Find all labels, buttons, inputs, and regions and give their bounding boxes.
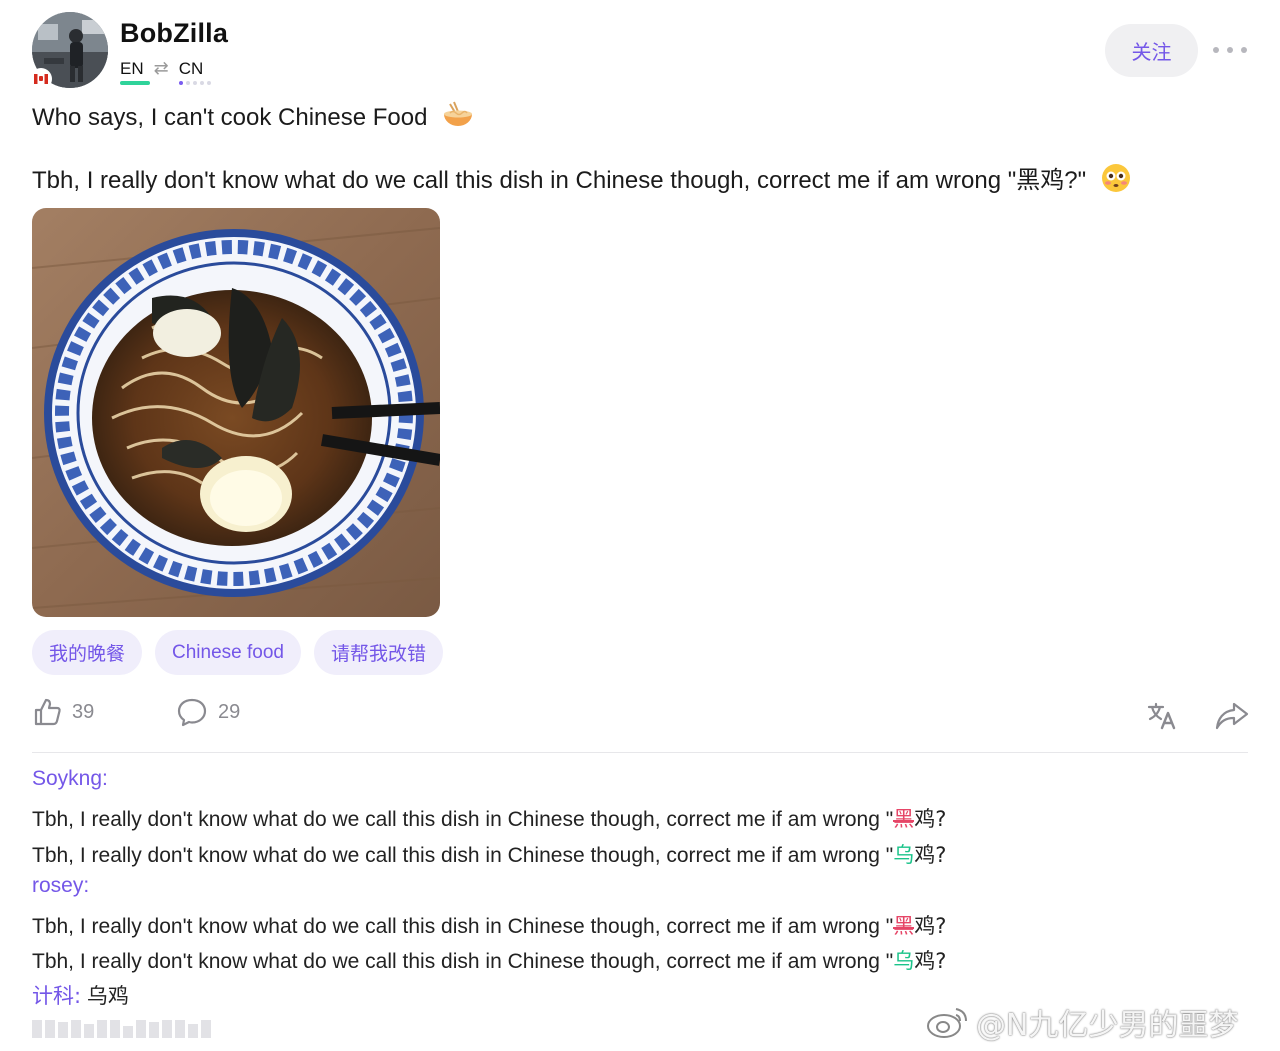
- corrected-text: Tbh, I really don't know what do we call…: [32, 844, 894, 867]
- wrong-character: 黑: [893, 807, 915, 831]
- like-button[interactable]: 39: [32, 697, 94, 727]
- correction-corrected-line: Tbh, I really don't know what do we call…: [32, 839, 946, 869]
- post-text-line-2: Tbh, I really don't know what do we call…: [32, 160, 1131, 200]
- native-language: EN: [120, 59, 150, 85]
- watermark-text: @N九亿少男的噩梦: [976, 1008, 1239, 1043]
- truncated-content: [32, 1018, 217, 1038]
- correction-original-line: Tbh, I really don't know what do we call…: [32, 910, 946, 940]
- comment-count: 29: [218, 700, 241, 723]
- language-indicator: EN ⇄ CN: [120, 58, 211, 85]
- thumbs-up-icon: [34, 698, 61, 726]
- share-icon[interactable]: [1214, 700, 1250, 732]
- original-text: Tbh, I really don't know what do we call…: [32, 808, 894, 831]
- original-text: Tbh, I really don't know what do we call…: [32, 915, 894, 938]
- comment-bubble-icon: [177, 698, 207, 727]
- learning-language: CN: [178, 59, 211, 85]
- weibo-logo-icon: [927, 1008, 967, 1038]
- corrected-suffix: 鸡?: [914, 949, 947, 973]
- tag-please-correct[interactable]: 请帮我改错: [313, 630, 443, 675]
- post-text-1: Who says, I can't cook Chinese Food: [32, 103, 428, 131]
- wrong-character: 黑: [893, 914, 915, 938]
- post-text-2: Tbh, I really don't know what do we call…: [32, 167, 1087, 194]
- noodle-soup-photo[interactable]: [32, 208, 440, 617]
- comment-button[interactable]: 29: [176, 697, 240, 727]
- more-options-icon[interactable]: [1213, 38, 1247, 62]
- translate-icon[interactable]: [1146, 700, 1178, 732]
- correction-corrected-line: Tbh, I really don't know what do we call…: [32, 945, 946, 975]
- learning-language-label: CN: [178, 59, 204, 78]
- tag-my-dinner[interactable]: 我的晚餐: [32, 630, 143, 675]
- tag-chinese-food[interactable]: Chinese food: [155, 630, 301, 675]
- like-count: 39: [72, 700, 95, 723]
- tag-list: 我的晚餐 Chinese food 请帮我改错: [32, 630, 443, 675]
- corrected-character: 乌: [893, 843, 915, 867]
- native-language-label: EN: [120, 59, 144, 78]
- correction-author[interactable]: rosey:: [32, 874, 89, 898]
- learning-level-dots: [178, 81, 211, 85]
- watermark: @N九亿少男的噩梦: [926, 1000, 1238, 1044]
- divider: [32, 752, 1248, 753]
- post-text-line-1: Who says, I can't cook Chinese Food: [32, 100, 474, 137]
- noodle-bowl-icon: [442, 100, 474, 137]
- original-suffix: 鸡?: [914, 807, 947, 831]
- corrected-text: Tbh, I really don't know what do we call…: [32, 950, 894, 973]
- corrected-suffix: 鸡?: [914, 843, 947, 867]
- follow-button[interactable]: 关注: [1105, 24, 1198, 77]
- author-name[interactable]: BobZilla: [120, 18, 228, 49]
- canada-flag-icon: [32, 70, 50, 88]
- corrected-character: 乌: [893, 949, 915, 973]
- swap-arrows-icon: ⇄: [153, 58, 169, 78]
- note-value: 乌鸡: [86, 984, 129, 1008]
- note-label: 计科:: [32, 984, 82, 1008]
- correction-original-line: Tbh, I really don't know what do we call…: [32, 803, 946, 833]
- correction-note: 计科: 乌鸡: [32, 980, 129, 1010]
- native-level-bar: [120, 81, 150, 85]
- original-suffix: 鸡?: [914, 914, 947, 938]
- flushed-face-icon: [1101, 163, 1131, 200]
- correction-author[interactable]: Soykng:: [32, 767, 108, 791]
